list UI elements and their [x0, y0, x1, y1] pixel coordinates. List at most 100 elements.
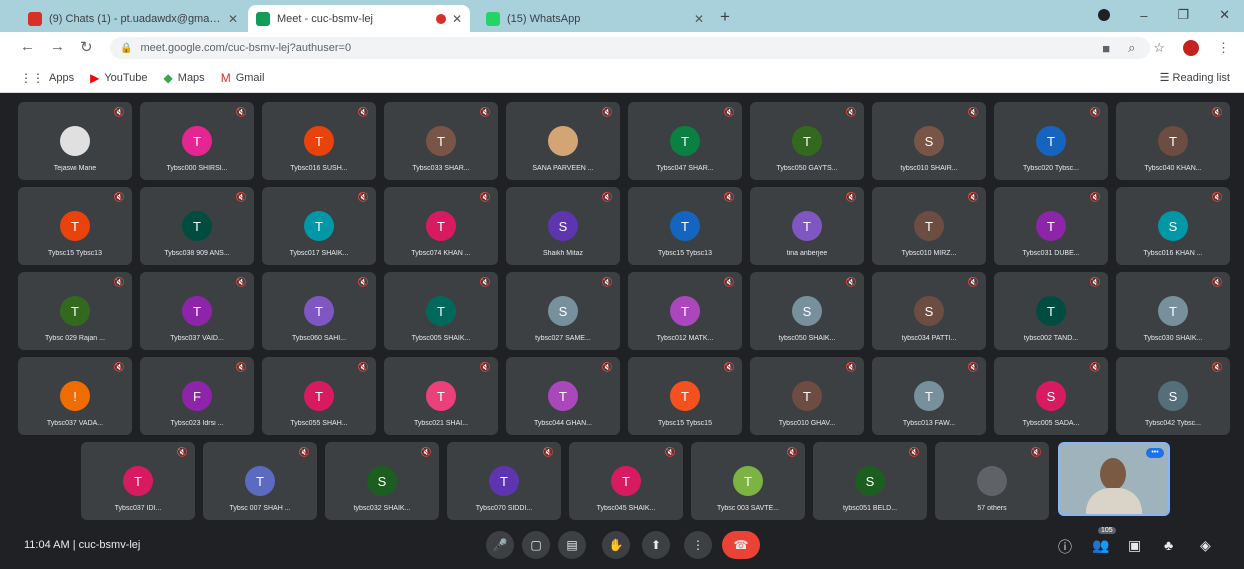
- mic-button[interactable]: 🎤: [486, 531, 514, 559]
- participant-tile[interactable]: 🔇 T Tybsc 029 Rajan ...: [18, 272, 132, 350]
- camera-button[interactable]: ▢: [522, 531, 550, 559]
- avatar: S: [548, 296, 578, 326]
- bookmark-youtube[interactable]: ▶ YouTube: [90, 71, 147, 85]
- participant-tile[interactable]: 🔇 T Tybsc15 Tybsc15: [628, 357, 742, 435]
- participant-tile[interactable]: 🔇 SANA PARVEEN ...: [506, 102, 620, 180]
- participant-tile[interactable]: 🔇 T Tybsc 003 SAVTE...: [691, 442, 805, 520]
- participant-tile[interactable]: 🔇 T Tybsc038 909 ANS...: [140, 187, 254, 265]
- participant-name: Tybsc016 SUSH...: [290, 165, 348, 172]
- participant-tile[interactable]: 🔇 F Tybsc023 Idrsi ...: [140, 357, 254, 435]
- raise-hand-button[interactable]: ✋: [602, 531, 630, 559]
- participant-tile[interactable]: 🔇 T Tybsc017 SHAIK...: [262, 187, 376, 265]
- participant-tile[interactable]: 🔇 T Tybsc010 MIRZ...: [872, 187, 986, 265]
- reading-list[interactable]: ☰ Reading list: [1160, 71, 1230, 84]
- profile-avatar[interactable]: [1183, 40, 1199, 56]
- chat-icon[interactable]: ▣: [1128, 537, 1141, 554]
- participant-name: 57 others: [977, 505, 1007, 512]
- participant-tile[interactable]: 🔇 T Tybsc047 SHAR...: [628, 102, 742, 180]
- maximize-icon[interactable]: ❐: [1177, 7, 1189, 23]
- participant-tile[interactable]: 🔇 T Tybsc005 SHAIK...: [384, 272, 498, 350]
- participant-tile[interactable]: 🔇 Tejaswi Mane: [18, 102, 132, 180]
- participant-tile[interactable]: 🔇 T Tybsc050 GAYTS...: [750, 102, 864, 180]
- participant-tile[interactable]: 🔇 T Tybsc15 Tybsc13: [18, 187, 132, 265]
- participant-tile[interactable]: 🔇 Stybsc027 SAME...: [506, 272, 620, 350]
- meet-control-bar: 11:04 AM | cuc-bsmv-lej 🎤 ▢ ▤ ✋ ⬆ ⋮ ☎ ⓘ …: [0, 523, 1244, 569]
- new-tab-icon[interactable]: +: [720, 7, 730, 27]
- bookmark-gmail[interactable]: M Gmail: [221, 71, 265, 85]
- mic-muted-icon: 🔇: [1089, 107, 1101, 117]
- bookmark-apps[interactable]: ⋮⋮ Apps: [20, 71, 74, 85]
- participant-tile[interactable]: 🔇 T Tybsc016 SUSH...: [262, 102, 376, 180]
- participant-tile[interactable]: 🔇! Tybsc037 VADA...: [18, 357, 132, 435]
- bookmark-maps[interactable]: ◆ Maps: [164, 71, 205, 85]
- participant-tile[interactable]: 🔇 T Tybsc070 SIDDI...: [447, 442, 561, 520]
- activities-icon[interactable]: ♣: [1164, 537, 1173, 553]
- avatar: T: [670, 211, 700, 241]
- participant-tile[interactable]: 🔇 T Tybsc021 SHAI...: [384, 357, 498, 435]
- address-bar[interactable]: 🔒 meet.google.com/cuc-bsmv-lej?authuser=…: [110, 37, 1150, 59]
- bookmark-star-icon[interactable]: ☆: [1153, 40, 1165, 56]
- participant-tile[interactable]: 🔇 T Tybsc 007 SHAH ...: [203, 442, 317, 520]
- tab-gmail-chats[interactable]: (9) Chats (1) - pt.uadawdx@gmail.com ✕: [20, 5, 246, 32]
- raise-hand-icon: ✋: [608, 538, 624, 552]
- host-controls-icon[interactable]: ◈: [1200, 537, 1211, 554]
- participant-tile[interactable]: 🔇 S Tybsc042 Tybsc...: [1116, 357, 1230, 435]
- participant-tile[interactable]: 🔇 Stybsc010 SHAIR...: [872, 102, 986, 180]
- avatar: T: [304, 126, 334, 156]
- close-tab-icon[interactable]: ✕: [694, 12, 704, 26]
- participant-tile[interactable]: 🔇 T Tybsc033 SHAR...: [384, 102, 498, 180]
- participant-tile[interactable]: 🔇 T Tybsc013 FAW...: [872, 357, 986, 435]
- avatar: T: [489, 466, 519, 496]
- participant-tile[interactable]: 🔇 T Tybsc031 DUBE...: [994, 187, 1108, 265]
- people-icon[interactable]: 👥: [1092, 537, 1109, 554]
- close-window-icon[interactable]: ✕: [1219, 7, 1230, 23]
- participant-tile[interactable]: 🔇 T Tybsc037 IDI...: [81, 442, 195, 520]
- participant-tile[interactable]: 🔇 Stybsc034 PATTI...: [872, 272, 986, 350]
- forward-icon[interactable]: →: [50, 38, 65, 55]
- participant-tile[interactable]: 🔇 Stybsc050 SHAIK...: [750, 272, 864, 350]
- participant-tile[interactable]: 🔇 Stybsc032 SHAIK...: [325, 442, 439, 520]
- mic-muted-icon: 🔇: [1030, 447, 1042, 457]
- participant-tile[interactable]: 🔇 T Tybsc044 GHAN...: [506, 357, 620, 435]
- participant-tile[interactable]: 🔇 Ttybsc002 TAND...: [994, 272, 1108, 350]
- participant-tile[interactable]: 🔇 T Tybsc030 SHAIK...: [1116, 272, 1230, 350]
- participant-tile[interactable]: 🔇 T Tybsc060 SAHI...: [262, 272, 376, 350]
- participant-tile[interactable]: 🔇 T Tybsc15 Tybsc13: [628, 187, 742, 265]
- minimize-icon[interactable]: –: [1140, 8, 1147, 23]
- reload-icon[interactable]: ↻: [80, 38, 93, 56]
- close-tab-icon[interactable]: ✕: [228, 12, 238, 26]
- participant-tile[interactable]: 🔇 T Tybsc074 KHAN ...: [384, 187, 498, 265]
- more-options-button[interactable]: ⋮: [684, 531, 712, 559]
- zoom-icon[interactable]: ⌕: [1128, 40, 1135, 56]
- participant-tile[interactable]: 🔇 T Tybsc037 VAID...: [140, 272, 254, 350]
- avatar: S: [855, 466, 885, 496]
- participant-tile[interactable]: 🔇 T Tybsc020 Tybsc...: [994, 102, 1108, 180]
- participant-tile[interactable]: 🔇 T Tybsc012 MATK...: [628, 272, 742, 350]
- participant-tile[interactable]: 🔇 T Tybsc045 SHAIK...: [569, 442, 683, 520]
- participant-tile[interactable]: 🔇 T Tybsc040 KHAN...: [1116, 102, 1230, 180]
- self-video-tile[interactable]: •••: [1058, 442, 1170, 516]
- close-tab-icon[interactable]: ✕: [452, 12, 462, 26]
- participant-tile[interactable]: 🔇 S Shaikh Mitaz: [506, 187, 620, 265]
- mic-muted-icon: 🔇: [357, 192, 369, 202]
- others-tile[interactable]: 🔇 57 others: [935, 442, 1049, 520]
- participant-tile[interactable]: 🔇 T Tybsc010 GHAV...: [750, 357, 864, 435]
- captions-button[interactable]: ▤: [558, 531, 586, 559]
- participant-tile[interactable]: 🔇 Stybsc051 BELD...: [813, 442, 927, 520]
- tab-meet[interactable]: Meet - cuc-bsmv-lej ✕: [248, 5, 470, 32]
- participant-tile[interactable]: 🔇 S Tybsc005 SADA...: [994, 357, 1108, 435]
- meeting-details-icon[interactable]: ⓘ: [1058, 537, 1072, 557]
- leave-call-button[interactable]: ☎: [722, 531, 760, 559]
- tab-whatsapp[interactable]: (15) WhatsApp ✕: [478, 5, 712, 32]
- participant-tile[interactable]: 🔇 Ttina anberjee: [750, 187, 864, 265]
- back-icon[interactable]: ←: [20, 38, 35, 55]
- participant-tile[interactable]: 🔇 T Tybsc055 SHAH...: [262, 357, 376, 435]
- menu-kebab-icon[interactable]: ⋮: [1217, 40, 1230, 56]
- profile-dot-icon[interactable]: [1098, 9, 1111, 21]
- whatsapp-favicon-icon: [486, 11, 500, 26]
- participant-tile[interactable]: 🔇 T Tybsc000 SHIRSI...: [140, 102, 254, 180]
- present-button[interactable]: ⬆: [642, 531, 670, 559]
- tile-options-button[interactable]: •••: [1146, 448, 1164, 458]
- participant-tile[interactable]: 🔇 S Tybsc016 KHAN ...: [1116, 187, 1230, 265]
- camera-in-use-icon[interactable]: ■: [1102, 41, 1110, 56]
